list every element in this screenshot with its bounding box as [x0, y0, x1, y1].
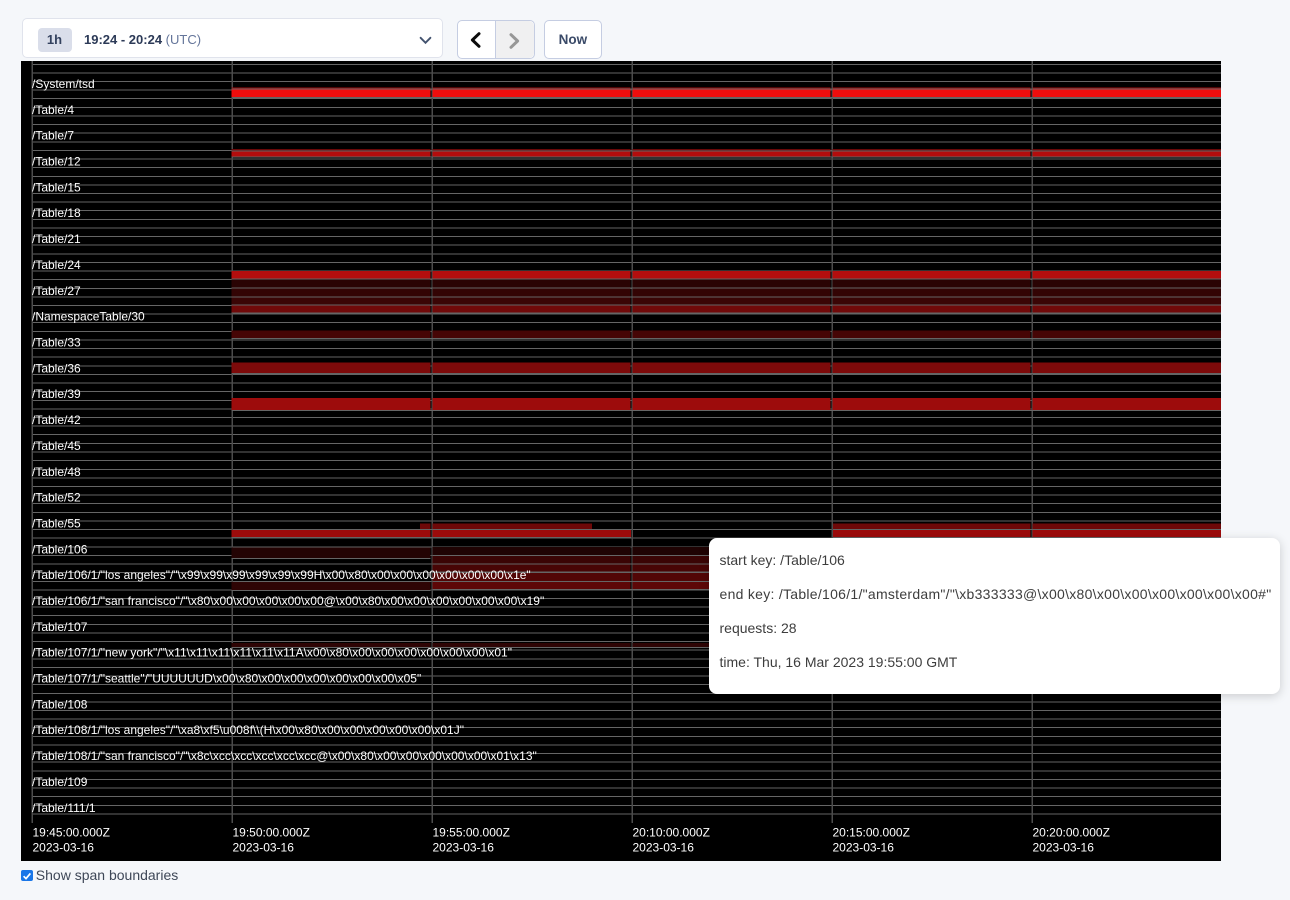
- svg-text:/System/tsd: /System/tsd: [32, 77, 95, 91]
- svg-text:2023-03-16: 2023-03-16: [233, 840, 295, 854]
- svg-text:/Table/39: /Table/39: [32, 387, 81, 401]
- svg-text:20:10:00.000Z: 20:10:00.000Z: [633, 825, 710, 839]
- svg-text:/Table/4: /Table/4: [32, 102, 74, 116]
- svg-text:19:55:00.000Z: 19:55:00.000Z: [433, 825, 510, 839]
- svg-text:/Table/36: /Table/36: [32, 361, 81, 375]
- svg-text:2023-03-16: 2023-03-16: [633, 840, 695, 854]
- svg-text:/Table/24: /Table/24: [32, 258, 81, 272]
- svg-text:/Table/106/1/"los angeles"/"\x: /Table/106/1/"los angeles"/"\x99\x99\x99…: [32, 568, 531, 582]
- svg-text:/Table/18: /Table/18: [32, 206, 81, 220]
- svg-text:/Table/33: /Table/33: [32, 335, 81, 349]
- svg-text:2023-03-16: 2023-03-16: [433, 840, 495, 854]
- svg-text:/Table/107/1/"seattle"/"UUUUUU: /Table/107/1/"seattle"/"UUUUUUD\x00\x80\…: [32, 671, 421, 685]
- svg-text:/Table/111/1: /Table/111/1: [32, 800, 96, 814]
- svg-text:19:50:00.000Z: 19:50:00.000Z: [233, 825, 310, 839]
- svg-text:/Table/107/1/"new york"/"\x11\: /Table/107/1/"new york"/"\x11\x11\x11\x1…: [32, 645, 512, 659]
- svg-text:/Table/108/1/"los angeles"/"\x: /Table/108/1/"los angeles"/"\xa8\xf5\u00…: [32, 723, 464, 737]
- svg-text:/Table/52: /Table/52: [32, 490, 81, 504]
- svg-text:2023-03-16: 2023-03-16: [833, 840, 895, 854]
- svg-text:/Table/7: /Table/7: [32, 128, 74, 142]
- svg-text:20:20:00.000Z: 20:20:00.000Z: [1033, 825, 1110, 839]
- svg-text:/Table/109: /Table/109: [32, 775, 88, 789]
- svg-text:/Table/45: /Table/45: [32, 438, 81, 452]
- svg-text:/Table/107: /Table/107: [32, 619, 88, 633]
- svg-text:/Table/108: /Table/108: [32, 697, 88, 711]
- svg-text:/Table/27: /Table/27: [32, 283, 81, 297]
- svg-text:/Table/12: /Table/12: [32, 154, 81, 168]
- svg-text:/Table/42: /Table/42: [32, 413, 81, 427]
- svg-text:19:45:00.000Z: 19:45:00.000Z: [33, 825, 110, 839]
- svg-text:/Table/21: /Table/21: [32, 232, 81, 246]
- svg-text:/NamespaceTable/30: /NamespaceTable/30: [32, 309, 145, 323]
- svg-text:2023-03-16: 2023-03-16: [1033, 840, 1095, 854]
- svg-text:/Table/15: /Table/15: [32, 180, 81, 194]
- svg-text:/Table/106: /Table/106: [32, 542, 88, 556]
- svg-text:20:15:00.000Z: 20:15:00.000Z: [833, 825, 910, 839]
- svg-text:/Table/48: /Table/48: [32, 464, 81, 478]
- svg-text:/Table/55: /Table/55: [32, 516, 81, 530]
- svg-text:/Table/106/1/"san francisco"/": /Table/106/1/"san francisco"/"\x80\x00\x…: [32, 594, 544, 608]
- svg-text:/Table/108/1/"san francisco"/": /Table/108/1/"san francisco"/"\x8c\xcc\x…: [32, 749, 537, 763]
- svg-text:2023-03-16: 2023-03-16: [33, 840, 95, 854]
